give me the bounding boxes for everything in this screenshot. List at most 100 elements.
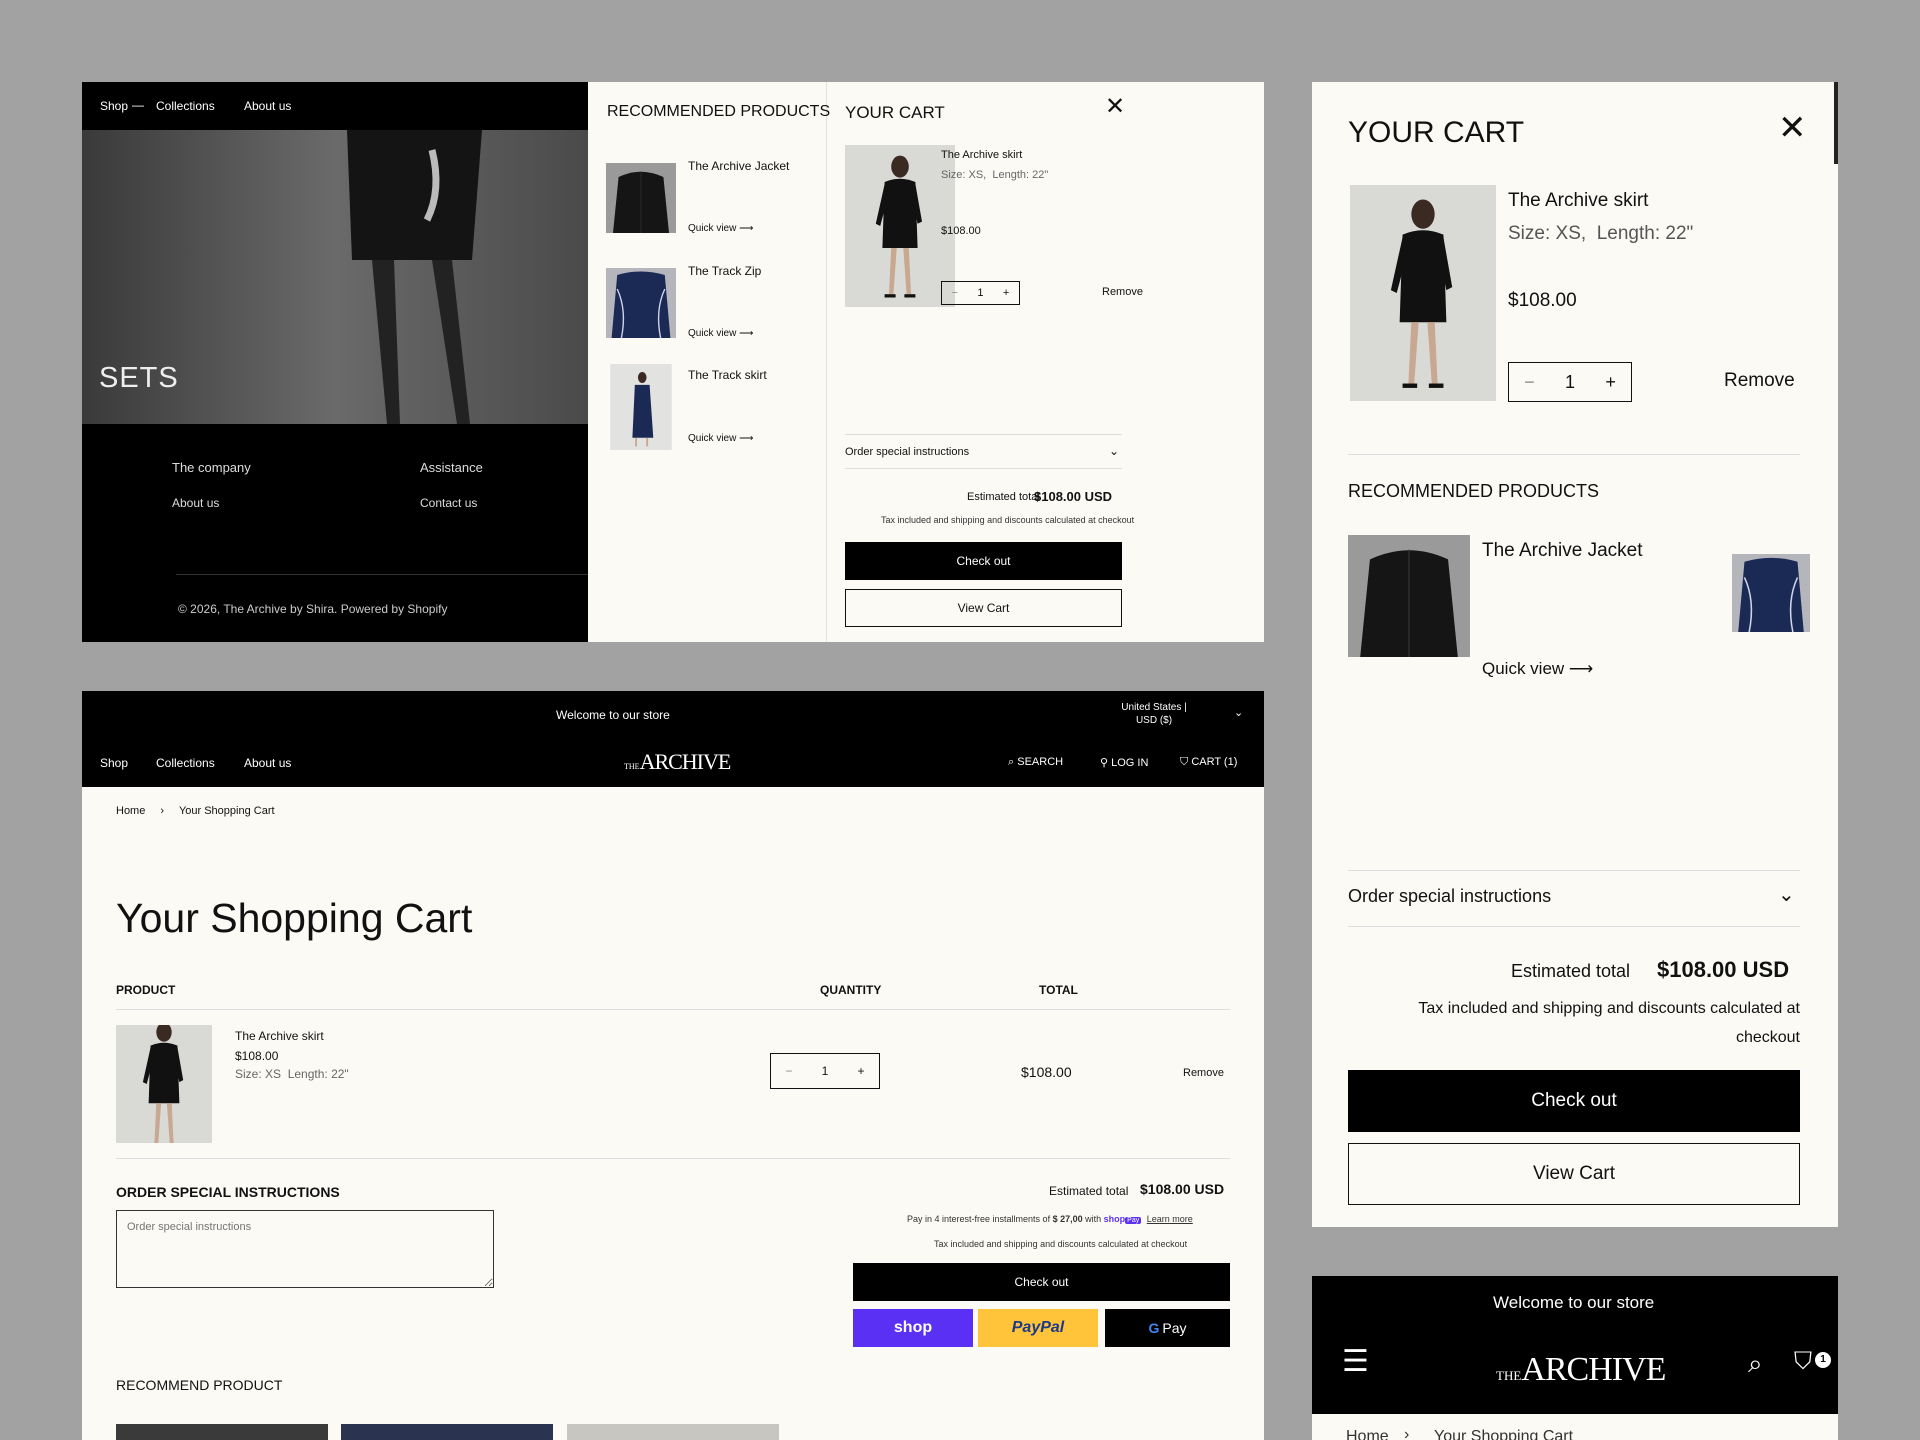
installments-note: Pay in 4 interest-free installments of $… <box>907 1214 1193 1224</box>
order-instructions-field[interactable] <box>116 1210 494 1288</box>
rec-item-name[interactable]: The Track Zip <box>688 264 761 278</box>
learn-more-link[interactable]: Learn more <box>1147 1214 1193 1224</box>
nav-about[interactable]: About us <box>244 756 291 770</box>
divider <box>1348 870 1800 871</box>
nav-about[interactable]: About us <box>244 99 291 113</box>
breadcrumb-current: Your Shopping Cart <box>178 805 275 817</box>
google-icon: G <box>1148 1320 1160 1336</box>
nav-shop[interactable]: Shop <box>100 756 128 770</box>
plus-icon[interactable]: + <box>1605 372 1616 393</box>
logo[interactable]: THEARCHIVE <box>624 749 731 775</box>
estimated-total-value: $108.00 USD <box>1034 489 1113 504</box>
chevron-right-icon: › <box>1404 1426 1410 1440</box>
cart-item-name[interactable]: The Archive skirt <box>1508 190 1648 212</box>
rec-item-name[interactable]: The Archive Jacket <box>1482 540 1643 562</box>
chevron-down-icon[interactable]: ⌄ <box>1109 444 1119 458</box>
cart-item-name[interactable]: The Archive skirt <box>941 149 1022 161</box>
breadcrumb-home[interactable]: Home <box>116 805 145 817</box>
rec-item-name[interactable]: The Track skirt <box>688 368 767 382</box>
estimated-total-value: $108.00 USD <box>1657 957 1790 982</box>
view-cart-button[interactable]: View Cart <box>1348 1143 1800 1205</box>
checkout-button[interactable]: Check out <box>853 1263 1230 1301</box>
nav-shop-dash: — <box>132 98 144 112</box>
checkout-button[interactable]: Check out <box>1348 1070 1800 1132</box>
paypal-button[interactable]: PayPal <box>978 1309 1098 1347</box>
cart-count-badge: 1 <box>1815 1352 1831 1368</box>
quick-view-link[interactable]: Quick view ⟶ <box>688 223 753 234</box>
shop-pay-logo: shop <box>1103 1214 1126 1224</box>
login-link[interactable]: ⚲ LOG IN <box>1100 756 1148 769</box>
minus-icon[interactable]: − <box>1524 372 1535 393</box>
checkout-button[interactable]: Check out <box>845 542 1122 580</box>
divider <box>845 434 1122 435</box>
nav-collections[interactable]: Collections <box>156 99 215 113</box>
quantity-value[interactable]: 1 <box>977 287 983 299</box>
recommend-thumb[interactable] <box>567 1424 779 1440</box>
product-thumb-trackzip[interactable] <box>606 260 676 346</box>
close-icon[interactable]: ✕ <box>1105 92 1125 121</box>
recommend-thumb[interactable] <box>341 1424 553 1440</box>
cart-item-image[interactable] <box>1350 185 1496 401</box>
cart-link[interactable]: ⛉ CART (1) <box>1180 756 1237 769</box>
footer-contact-link[interactable]: Contact us <box>420 496 477 510</box>
search-link[interactable]: ⌕ SEARCH <box>1008 756 1063 769</box>
breadcrumb: Home › Your Shopping Cart <box>116 805 275 817</box>
product-thumb-jacket[interactable] <box>606 155 676 241</box>
breadcrumb-home[interactable]: Home <box>1346 1428 1389 1440</box>
rec-item-image-next[interactable] <box>1732 535 1810 651</box>
order-instructions-toggle[interactable]: Order special instructions <box>1348 886 1551 907</box>
nav-collections[interactable]: Collections <box>156 756 215 770</box>
column-quantity: QUANTITY <box>820 983 882 997</box>
arrow-right-icon: ⟶ <box>1568 659 1594 678</box>
scrollbar[interactable] <box>1834 82 1838 164</box>
close-icon[interactable]: ✕ <box>1778 108 1807 148</box>
rec-item-name[interactable]: The Archive Jacket <box>688 159 789 173</box>
remove-link[interactable]: Remove <box>1102 286 1143 298</box>
breadcrumb-strip: Home › Your Shopping Cart <box>1312 1414 1838 1440</box>
quick-view-link[interactable]: Quick view ⟶ <box>1482 659 1593 679</box>
bag-icon[interactable]: ⛉ <box>1794 1348 1812 1376</box>
recommended-heading: RECOMMENDED PRODUCTS <box>607 103 831 120</box>
cart-page-panel: Welcome to our store United States | USD… <box>82 691 1264 1440</box>
quick-view-link[interactable]: Quick view ⟶ <box>688 433 753 444</box>
plus-icon[interactable]: + <box>1003 287 1009 299</box>
minus-icon[interactable]: − <box>952 287 958 299</box>
footer-copyright: © 2026, The Archive by Shira. Powered by… <box>178 602 448 616</box>
hamburger-menu-icon[interactable]: ☰ <box>1342 1344 1369 1379</box>
chevron-down-icon[interactable]: ⌄ <box>1234 706 1243 719</box>
minus-icon[interactable]: − <box>786 1064 793 1078</box>
google-pay-button[interactable]: G Pay <box>1105 1309 1230 1347</box>
recommend-thumb[interactable] <box>116 1424 328 1440</box>
currency-selector[interactable]: United States | USD ($) <box>1118 701 1190 727</box>
plus-icon[interactable]: + <box>857 1064 864 1078</box>
cart-item-image[interactable] <box>116 1025 212 1143</box>
drawer-preview-panel: Shop — Collections About us SETS The com… <box>82 82 1264 642</box>
cart-item-price: $108.00 <box>941 225 981 237</box>
product-thumb-trackskirt[interactable] <box>606 364 676 450</box>
quantity-value[interactable]: 1 <box>822 1064 829 1078</box>
column-total: TOTAL <box>1039 983 1078 997</box>
estimated-total-label: Estimated total <box>1049 1184 1129 1198</box>
nav-shop[interactable]: Shop <box>100 99 128 113</box>
divider <box>1348 926 1800 927</box>
logo[interactable]: THEARCHIVE <box>1496 1351 1666 1389</box>
quantity-stepper[interactable]: − 1 + <box>1508 362 1632 402</box>
shop-pay-button[interactable]: shop <box>853 1309 973 1347</box>
search-icon[interactable]: ⌕ <box>1748 1348 1763 1380</box>
cart-item-name[interactable]: The Archive skirt <box>235 1029 324 1043</box>
cart-item-image[interactable] <box>845 145 955 307</box>
view-cart-button[interactable]: View Cart <box>845 589 1122 627</box>
quantity-value[interactable]: 1 <box>1565 372 1575 393</box>
user-icon: ⚲ <box>1100 757 1109 769</box>
quantity-stepper[interactable]: − 1 + <box>941 281 1020 305</box>
remove-link[interactable]: Remove <box>1183 1067 1224 1079</box>
column-product: PRODUCT <box>116 983 176 997</box>
chevron-down-icon[interactable]: ⌄ <box>1778 882 1795 907</box>
footer-about-link[interactable]: About us <box>172 496 219 510</box>
order-instructions-toggle[interactable]: Order special instructions <box>845 446 969 458</box>
quantity-stepper[interactable]: − 1 + <box>770 1053 880 1089</box>
remove-link[interactable]: Remove <box>1724 370 1795 392</box>
rec-item-image[interactable] <box>1348 535 1470 657</box>
quick-view-link[interactable]: Quick view ⟶ <box>688 328 753 339</box>
header: Shop Collections About us THEARCHIVE ⌕ S… <box>82 739 1264 787</box>
